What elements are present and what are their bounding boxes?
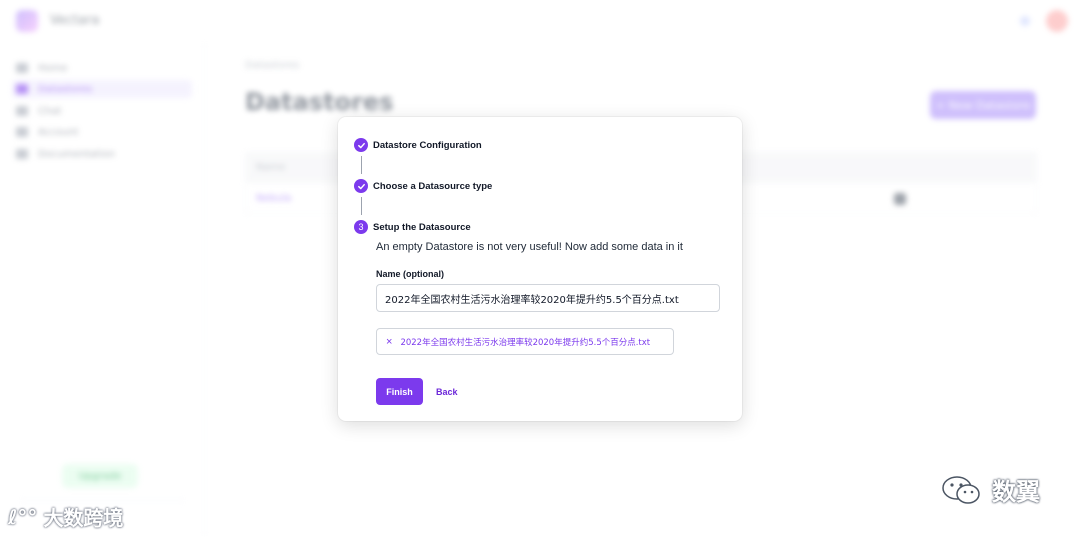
step-connector [361,156,362,174]
book-icon [16,149,28,159]
new-datastore-button[interactable]: + New Datastore [930,91,1036,119]
sidebar-item-account[interactable]: Account [12,123,192,141]
step-number-badge: 3 [354,220,368,234]
watermark-left-text: 大数跨境 [43,506,124,530]
name-field-label: Name (optional) [376,269,445,279]
page-title: Datastores [245,88,394,116]
sidebar-item-datastores[interactable]: Datastores [12,80,192,98]
wechat-icon [942,475,980,504]
avatar[interactable] [1046,10,1068,32]
check-icon [354,179,368,193]
watermark-left: ℓ°° 大数跨境 [8,502,123,531]
sidebar-item-label: Home [38,62,68,74]
table-row-link[interactable]: Nebula [256,193,291,204]
check-icon [354,138,368,152]
name-input[interactable] [376,284,720,312]
watermark-logo-icon: ℓ°° [8,504,38,529]
setup-datastore-modal: Datastore Configuration Choose a Datasou… [338,117,742,421]
step-label-configuration[interactable]: Datastore Configuration [373,140,482,151]
sidebar-item-label: Chat [38,105,62,117]
app-logo [16,10,38,32]
top-bar: Vectara [0,0,1080,42]
uploaded-file-chip: × 2022年全国农村生活污水治理率较2020年提升约5.5个百分点.txt [376,328,674,355]
sidebar-item-label: Documentation [38,148,116,160]
watermark-right: 数翼 [940,472,1040,507]
user-icon [16,127,28,137]
watermark-right-text: 数翼 [992,478,1040,506]
sidebar-item-home[interactable]: Home [12,59,192,77]
step-label-datasource-type[interactable]: Choose a Datasource type [373,181,492,192]
upgrade-button[interactable]: Upgrade [62,464,138,488]
database-icon [16,84,28,94]
uploaded-filename: 2022年全国农村生活污水治理率较2020年提升约5.5个百分点.txt [400,337,651,348]
home-icon [16,63,28,73]
breadcrumb[interactable]: Datastores [245,60,299,71]
step-description: An empty Datastore is not very useful! N… [376,241,683,253]
remove-file-icon[interactable]: × [386,336,392,348]
sidebar-item-chat[interactable]: Chat [12,102,192,120]
sidebar: Home Datastores Chat Account Documentati… [0,42,205,537]
step-label-setup-datasource: Setup the Datasource [373,222,471,233]
more-icon[interactable] [894,193,906,205]
sidebar-divider [20,500,185,501]
finish-button[interactable]: Finish [376,378,423,405]
sidebar-item-label: Account [38,126,79,138]
brand-name: Vectara [50,13,100,28]
sidebar-item-label: Datastores [38,83,93,95]
sidebar-item-documentation[interactable]: Documentation [12,145,192,163]
back-button[interactable]: Back [436,378,458,405]
chat-icon [16,106,28,116]
notification-icon[interactable] [1020,16,1030,26]
step-connector [361,197,362,215]
